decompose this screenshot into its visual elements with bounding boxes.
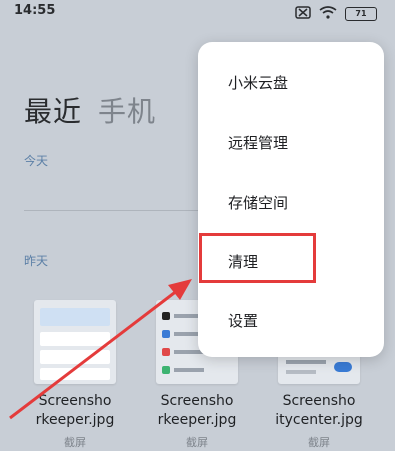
section-today: 今天 bbox=[24, 154, 49, 168]
status-bar: 14:55 71 bbox=[0, 0, 395, 26]
divider bbox=[24, 210, 224, 211]
highlight-box bbox=[199, 233, 316, 283]
file-name-line2: rkeeper.jpg bbox=[35, 412, 115, 428]
menu-item-storage[interactable]: 存储空间 bbox=[228, 192, 288, 213]
file-name-line2: rkeeper.jpg bbox=[157, 412, 237, 428]
file-category: 截屏 bbox=[64, 436, 86, 449]
battery-icon: 71 bbox=[345, 6, 377, 21]
status-time: 14:55 bbox=[14, 3, 56, 18]
menu-item-remote-manage[interactable]: 远程管理 bbox=[228, 132, 288, 153]
file-name-line1: Screensho bbox=[38, 393, 112, 409]
sim-off-icon bbox=[295, 4, 311, 23]
tab-recent[interactable]: 最近 bbox=[24, 90, 82, 130]
section-yesterday: 昨天 bbox=[24, 254, 49, 268]
wifi-icon bbox=[319, 4, 337, 23]
menu-item-settings[interactable]: 设置 bbox=[228, 310, 258, 331]
file-name-line2: itycenter.jpg bbox=[275, 412, 363, 428]
tab-phone[interactable]: 手机 bbox=[98, 90, 156, 130]
file-item[interactable]: Screensho rkeeper.jpg 截屏 bbox=[14, 300, 136, 450]
file-name-line1: Screensho bbox=[160, 393, 234, 409]
menu-item-mi-cloud[interactable]: 小米云盘 bbox=[228, 72, 288, 93]
file-thumbnail bbox=[34, 300, 116, 384]
popup-menu: 小米云盘 远程管理 存储空间 清理 设置 bbox=[198, 42, 384, 357]
file-name-line1: Screensho bbox=[282, 393, 356, 409]
file-category: 截屏 bbox=[308, 436, 330, 449]
tab-bar: 最近 手机 bbox=[24, 90, 156, 130]
file-category: 截屏 bbox=[186, 436, 208, 449]
status-icons: 71 bbox=[295, 4, 377, 23]
